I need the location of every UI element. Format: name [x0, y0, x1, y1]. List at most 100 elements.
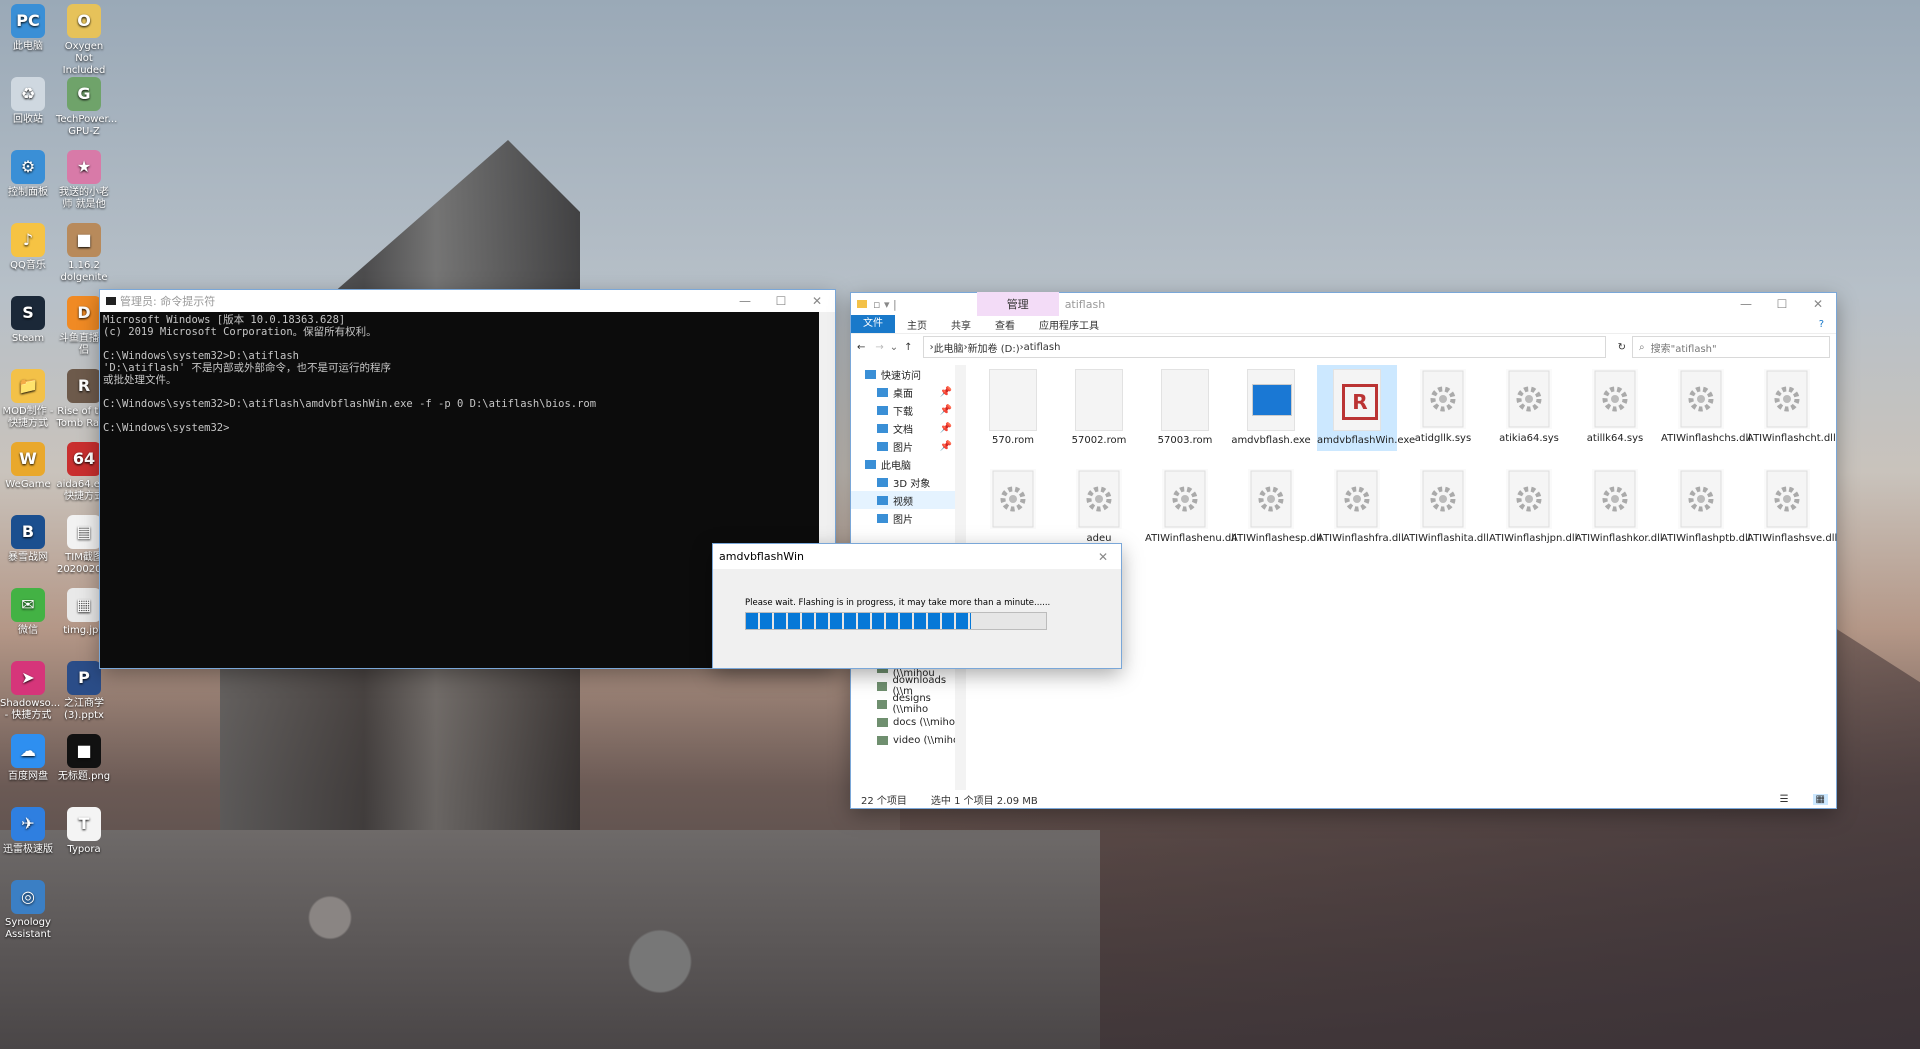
desktop-icon[interactable]: ☁ 百度网盘	[0, 734, 56, 783]
nav-item[interactable]: 快速访问	[851, 365, 966, 383]
settings-file-icon	[1678, 369, 1724, 429]
file-item[interactable]: atikia64.sys	[1489, 365, 1569, 449]
file-name: ATIWinflashsve.dll	[1747, 533, 1838, 544]
minimize-button[interactable]: —	[1728, 297, 1764, 311]
file-icon	[1161, 369, 1209, 431]
desktop-icon[interactable]: ➤ Shadowso... - 快捷方式	[0, 661, 60, 722]
file-item[interactable]: 57002.rom	[1059, 365, 1139, 451]
view-details-icon[interactable]: ☰	[1780, 794, 1789, 805]
desktop-icon[interactable]: ■ 1.16.2 dolgenite	[56, 223, 112, 284]
file-item[interactable]: atillk64.sys	[1575, 365, 1655, 449]
settings-file-icon	[1592, 469, 1638, 529]
maximize-button[interactable]: ☐	[1764, 297, 1800, 311]
up-icon[interactable]: ↑	[900, 342, 916, 353]
recent-locations-icon[interactable]: ⌄	[888, 342, 900, 353]
flash-progress-bar	[745, 612, 1047, 630]
file-item[interactable]: 570.rom	[973, 365, 1053, 451]
desktop-icon[interactable]: ♪ QQ音乐	[0, 223, 56, 272]
desktop-icon[interactable]: T Typora	[56, 807, 112, 856]
desktop-icon[interactable]: O Oxygen Not Included	[56, 4, 112, 77]
file-name: 570.rom	[991, 435, 1035, 446]
desktop-icon[interactable]: W WeGame	[0, 442, 56, 491]
console-line: C:\Windows\system32>D:\atiflash	[103, 350, 299, 362]
nav-item[interactable]: 下载 📌	[851, 401, 966, 419]
file-item[interactable]: ATIWinflashptb.dll	[1661, 465, 1751, 549]
nav-item[interactable]: 此电脑	[851, 455, 966, 473]
breadcrumb-item[interactable]: 新加卷 (D:)	[968, 340, 1020, 355]
dialog-close-button[interactable]: ✕	[1085, 550, 1121, 564]
dialog-titlebar[interactable]: amdvbflashWin ✕	[713, 544, 1121, 569]
desktop-icon[interactable]: G TechPower... GPU-Z	[56, 77, 117, 138]
back-icon[interactable]: ←	[851, 342, 871, 353]
desktop-icon[interactable]: P 之江商学 (3).pptx	[56, 661, 112, 722]
cmd-app-icon	[106, 297, 116, 305]
file-item[interactable]: amdvbflash.exe	[1231, 365, 1311, 451]
cmd-console-output[interactable]: Microsoft Windows [版本 10.0.18363.628] (c)…	[100, 312, 819, 668]
desktop-icon[interactable]: ◎ Synology Assistant	[0, 880, 56, 941]
flash-dialog[interactable]: amdvbflashWin ✕ Please wait. Flashing is…	[713, 544, 1121, 668]
nav-item[interactable]: 3D 对象	[851, 473, 966, 491]
file-item[interactable]: ATIWinflashchs.dll	[1661, 365, 1751, 449]
desktop-icon[interactable]: 📁 MOD制作 - 快捷方式	[0, 369, 56, 430]
desktop-icon[interactable]: ♻ 回收站	[0, 77, 56, 126]
desktop-icon[interactable]: ■ 无标题.png	[56, 734, 112, 783]
close-button[interactable]: ✕	[1800, 297, 1836, 311]
breadcrumb-item[interactable]: atiflash	[1024, 342, 1061, 353]
explorer-titlebar[interactable]: ▫ ▾ | 管理 atiflash — ☐ ✕	[851, 292, 1836, 316]
desktop-icon[interactable]: S Steam	[0, 296, 56, 345]
minimize-button[interactable]: —	[727, 294, 763, 308]
maximize-button[interactable]: ☐	[763, 294, 799, 308]
ribbon-tab[interactable]: 主页	[895, 317, 939, 332]
desktop-icon[interactable]: ⚙ 控制面板	[0, 150, 56, 199]
desktop-icon[interactable]: ✉ 微信	[0, 588, 56, 637]
desktop-icon-label: QQ音乐	[10, 260, 46, 271]
search-input[interactable]: ⌕ 搜索"atiflash"	[1632, 336, 1830, 358]
network-drive-item[interactable]: video (\\mihou	[851, 731, 966, 749]
forward-icon[interactable]: →	[871, 342, 887, 353]
folder-icon	[877, 477, 888, 487]
desktop-icon[interactable]: B 暴雪战网	[0, 515, 56, 564]
file-item[interactable]: ATIWinflashesp.dll	[1231, 465, 1322, 549]
file-item[interactable]: ATIWinflashfra.dll	[1317, 465, 1404, 549]
view-large-icons-icon[interactable]: ▦	[1812, 793, 1828, 805]
ribbon-tab[interactable]: 查看	[983, 317, 1027, 332]
nav-item[interactable]: 图片	[851, 509, 966, 527]
file-item[interactable]: ATIWinflashenu.dll	[1145, 465, 1237, 549]
refresh-icon[interactable]: ↻	[1612, 342, 1632, 353]
address-bar[interactable]: › 此电脑 › 新加卷 (D:) › atiflash	[922, 336, 1606, 358]
file-item[interactable]: 57003.rom	[1145, 365, 1225, 451]
file-item[interactable]	[973, 465, 1053, 537]
ribbon-tab[interactable]: 应用程序工具	[1027, 317, 1111, 332]
network-drive-item[interactable]: designs (\\miho	[851, 693, 966, 715]
context-tab-manage[interactable]: 管理	[976, 292, 1059, 316]
close-button[interactable]: ✕	[799, 294, 835, 308]
network-drive-item[interactable]: docs (\\mihout	[851, 713, 966, 731]
nav-item[interactable]: 图片 📌	[851, 437, 966, 455]
file-item[interactable]: RamdvbflashWin.exe	[1317, 365, 1415, 451]
desktop-icon[interactable]: PC 此电脑	[0, 4, 56, 53]
file-item[interactable]: adeu	[1059, 465, 1139, 549]
nav-item-label: 3D 对象	[893, 478, 931, 490]
cmd-titlebar[interactable]: 管理员: 命令提示符 — ☐ ✕	[100, 290, 835, 312]
pin-icon: 📌	[939, 440, 952, 452]
folder-icon	[857, 300, 867, 308]
file-item[interactable]: ATIWinflashkor.dll	[1575, 465, 1663, 549]
file-item[interactable]: ATIWinflashjpn.dll	[1489, 465, 1577, 549]
desktop-icon[interactable]: ✈ 迅雷极速版	[0, 807, 56, 856]
nav-item[interactable]: 文档 📌	[851, 419, 966, 437]
nav-item[interactable]: 桌面 📌	[851, 383, 966, 401]
file-item[interactable]: ATIWinflashsve.dll	[1747, 465, 1838, 549]
file-item[interactable]: ATIWinflashita.dll	[1403, 465, 1489, 549]
quick-access-toolbar[interactable]: ▫ ▾ |	[873, 298, 897, 311]
nav-item[interactable]: 视频	[851, 491, 966, 509]
file-item[interactable]: ATIWinflashcht.dll	[1747, 365, 1836, 449]
ribbon-tab[interactable]: 文件	[851, 315, 895, 333]
ribbon-tab[interactable]: 共享	[939, 317, 983, 332]
help-icon[interactable]: ?	[1807, 319, 1836, 330]
desktop-icon[interactable]: ★ 我送的小老师 就是他	[56, 150, 112, 211]
breadcrumb-item[interactable]: 此电脑	[934, 340, 964, 355]
desktop-app-icon: ☁	[11, 734, 45, 768]
file-item[interactable]: atidgllk.sys	[1403, 365, 1483, 449]
desktop-app-icon: ✉	[11, 588, 45, 622]
